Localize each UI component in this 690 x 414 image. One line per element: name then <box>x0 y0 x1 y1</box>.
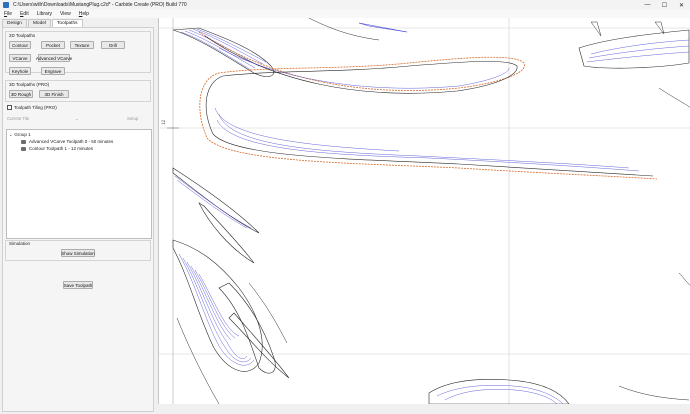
current-tile-dropdown-arrow[interactable]: ⌄ <box>75 116 79 122</box>
app-icon <box>3 2 9 8</box>
window-title: C:\Users\willr\Downloads\MustangPlug.c2d… <box>13 2 187 8</box>
setup-button[interactable]: Setup <box>127 116 138 121</box>
left-panel: Design Model Toolpaths 2D Toolpaths Cont… <box>0 18 157 414</box>
save-toolpath-button[interactable]: Save Toolpath <box>63 281 93 289</box>
window-controls: — ☐ ✕ <box>639 0 690 10</box>
menu-bar: File Edit Library View Help <box>0 10 690 18</box>
vcarve-fill <box>586 39 690 63</box>
vcarve-button[interactable]: VCarve <box>9 54 31 62</box>
tab-bar: Design Model Toolpaths <box>2 19 84 27</box>
outline-path <box>248 282 288 344</box>
advanced-vcarve-button[interactable]: Advanced VCarve <box>36 54 72 62</box>
outline-path <box>198 202 255 264</box>
title-bar: C:\Users\willr\Downloads\MustangPlug.c2d… <box>0 0 690 10</box>
outline-path <box>658 87 690 108</box>
tree-item-label: Contour Toolpath 1 - 12 minutes <box>29 146 93 151</box>
texture-button[interactable]: Texture <box>70 41 94 49</box>
pocket-button[interactable]: Pocket <box>41 41 65 49</box>
vcarve-fill <box>180 28 267 71</box>
tab-toolpaths[interactable]: Toolpaths <box>52 19 83 27</box>
group-label: Group 1 <box>14 132 31 137</box>
outline-path <box>172 27 275 77</box>
engrave-button[interactable]: Engrave <box>41 67 65 75</box>
vcarve-fill <box>214 47 640 172</box>
vcarve-fill <box>436 385 564 404</box>
outline-path <box>578 29 690 69</box>
outline-path <box>618 385 690 401</box>
ruler-label: 12 <box>162 120 167 125</box>
outline-path <box>678 272 690 286</box>
menu-view[interactable]: View <box>56 11 75 17</box>
contour-toolpath <box>198 31 658 180</box>
keyhole-button[interactable]: Keyhole <box>9 67 31 75</box>
outline-path <box>204 35 654 177</box>
3d-rough-button[interactable]: 3D Rough <box>9 90 33 98</box>
expand-arrow-icon[interactable]: ⌄ <box>9 132 12 137</box>
toolpath-drawing <box>159 18 690 404</box>
design-canvas[interactable]: 12 <box>158 18 690 404</box>
tab-model[interactable]: Model <box>27 19 52 27</box>
menu-library[interactable]: Library <box>33 11 56 17</box>
vcarve-fill <box>174 175 252 229</box>
tree-item[interactable]: Advanced VCarve Toolpath 0 - 50 minutes <box>21 139 113 144</box>
outline-path <box>428 379 570 404</box>
2d-toolpaths-title: 2D Toolpaths <box>9 33 36 38</box>
horizontal-scrollbar[interactable] <box>158 404 690 414</box>
outline-path <box>176 317 220 404</box>
drill-button[interactable]: Drill <box>101 41 125 49</box>
toolpath-icon <box>21 139 26 144</box>
simulation-title: Simulation <box>9 241 31 246</box>
3d-toolpaths-title: 3D Toolpaths (PRO) <box>9 82 50 87</box>
show-simulation-button[interactable]: Show Simulation <box>61 249 95 257</box>
menu-help[interactable]: Help <box>75 11 93 17</box>
current-tile-label: Current Tile <box>7 116 30 121</box>
outline-path <box>590 21 602 37</box>
tree-item[interactable]: Contour Toolpath 1 - 12 minutes <box>21 146 93 151</box>
toolpath-tiling-checkbox[interactable] <box>7 105 12 110</box>
toolpaths-panel: 2D Toolpaths Contour Pocket Texture Dril… <box>2 27 154 412</box>
tree-item-label: Advanced VCarve Toolpath 0 - 50 minutes <box>29 139 114 144</box>
contour-button[interactable]: Contour <box>9 41 31 49</box>
outline-path <box>308 18 380 41</box>
close-button[interactable]: ✕ <box>673 0 690 10</box>
outline-path <box>172 167 260 234</box>
vcarve-fill <box>358 22 408 33</box>
tree-group-row[interactable]: ⌄ Group 1 <box>9 132 31 137</box>
toolpath-icon <box>21 146 26 151</box>
menu-file[interactable]: File <box>0 11 16 17</box>
maximize-button[interactable]: ☐ <box>656 0 673 10</box>
minimize-button[interactable]: — <box>639 0 656 10</box>
tab-design[interactable]: Design <box>2 19 27 27</box>
menu-edit[interactable]: Edit <box>16 11 33 17</box>
3d-finish-button[interactable]: 3D Finish <box>39 90 69 98</box>
toolpath-tree: ⌄ Group 1 Advanced VCarve Toolpath 0 - 5… <box>6 129 152 239</box>
toolpath-tiling-label: Toolpath Tiling (PRO) <box>14 105 57 110</box>
